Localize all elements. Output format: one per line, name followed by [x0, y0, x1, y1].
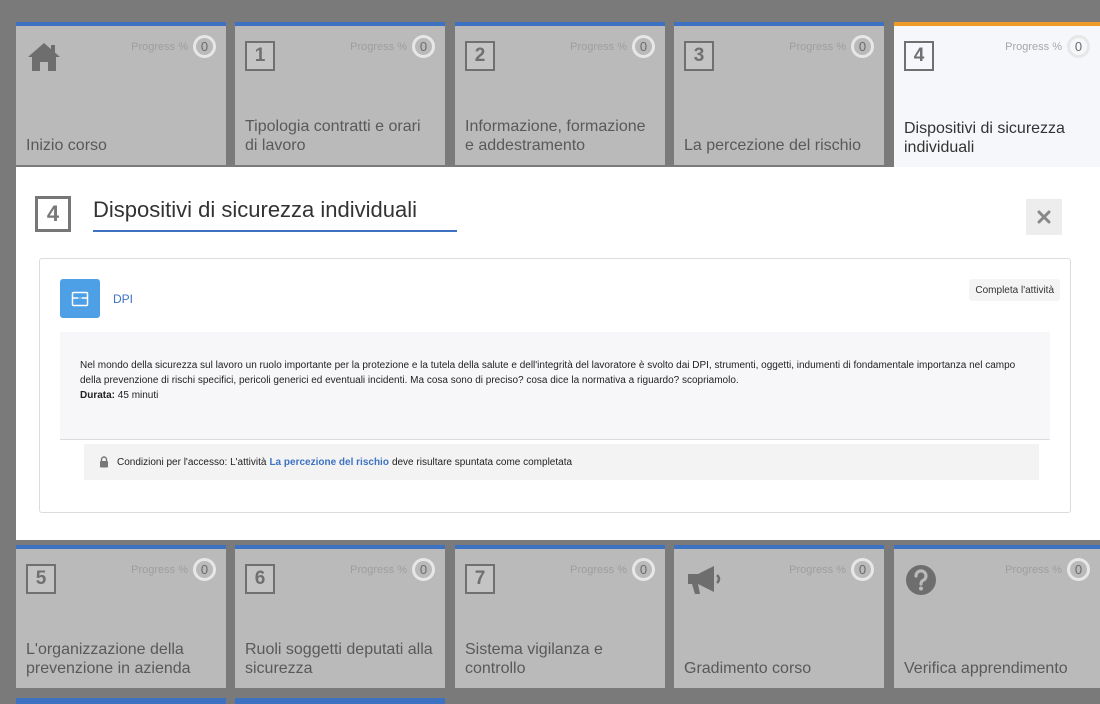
- tile-title: Ruoli soggetti deputati alla sicurezza: [245, 641, 433, 677]
- access-prerequisite-link[interactable]: La percezione del rischio: [269, 457, 388, 468]
- tile-verifica-apprendimento[interactable]: Progress % 0 Verifica apprendimento: [894, 545, 1100, 688]
- progress-label: Progress %: [350, 563, 407, 576]
- tile-title: Tipologia contratti e orari di lavoro: [245, 118, 421, 154]
- progress-value: 0: [412, 558, 435, 581]
- progress-indicator: Progress % 0: [131, 558, 216, 581]
- tile-module-1[interactable]: 1 Progress % 0 Tipologia contratti e ora…: [235, 22, 445, 165]
- tile-module-4[interactable]: 4 Progress % 0 Dispositivi di sicurezza …: [894, 22, 1100, 167]
- progress-label: Progress %: [570, 563, 627, 576]
- progress-label: Progress %: [1005, 563, 1062, 576]
- progress-indicator: Progress % 0: [131, 35, 216, 58]
- activity-icon-button[interactable]: [60, 279, 100, 318]
- module-number: 7: [465, 564, 495, 594]
- tile-title: Dispositivi di sicurezza individuali: [904, 120, 1065, 156]
- progress-value: 0: [1067, 35, 1090, 58]
- progress-indicator: Progress % 0: [350, 35, 435, 58]
- tile-title: Gradimento corso: [684, 660, 812, 677]
- module-number: 2: [465, 41, 495, 71]
- progress-indicator: Progress % 0: [570, 35, 655, 58]
- progress-label: Progress %: [131, 563, 188, 576]
- progress-label: Progress %: [1005, 40, 1062, 53]
- progress-indicator: Progress % 0: [570, 558, 655, 581]
- tile-module-2[interactable]: 2 Progress % 0 Informazione, formazione …: [455, 22, 665, 165]
- progress-label: Progress %: [350, 40, 407, 53]
- module-number: 5: [26, 564, 56, 594]
- tile-next-row-partial: [235, 698, 445, 704]
- lock-icon: [100, 456, 108, 468]
- access-suffix: deve risultare spuntata come completata: [391, 456, 573, 468]
- divider: [60, 439, 1050, 440]
- tile-module-5[interactable]: 5 Progress % 0 L'organizzazione della pr…: [16, 545, 226, 688]
- progress-label: Progress %: [131, 40, 188, 53]
- tile-gradimento-corso[interactable]: Progress % 0 Gradimento corso: [674, 545, 884, 688]
- activity-description: Nel mondo della sicurezza sul lavoro un …: [60, 332, 1050, 440]
- tile-module-3[interactable]: 3 Progress % 0 La percezione del rischio: [674, 22, 884, 165]
- activity-link[interactable]: DPI: [113, 292, 133, 306]
- progress-label: Progress %: [789, 40, 846, 53]
- progress-value: 0: [412, 35, 435, 58]
- module-number: 6: [245, 564, 275, 594]
- progress-label: Progress %: [570, 40, 627, 53]
- panel-module-number: 4: [35, 196, 71, 232]
- box-icon: [71, 291, 89, 306]
- progress-indicator: Progress % 0: [350, 558, 435, 581]
- progress-value: 0: [193, 558, 216, 581]
- module-number: 3: [684, 41, 714, 71]
- progress-indicator: Progress % 0: [789, 35, 874, 58]
- module-number: 1: [245, 41, 275, 71]
- tile-title: La percezione del rischio: [684, 137, 861, 154]
- duration: Durata: 45 minuti: [80, 388, 1030, 403]
- tile-module-6[interactable]: 6 Progress % 0 Ruoli soggetti deputati a…: [235, 545, 445, 688]
- complete-activity-button[interactable]: Completa l'attività: [969, 279, 1060, 301]
- access-prefix: Condizioni per l'accesso: L'attività: [117, 456, 267, 468]
- home-icon: [26, 40, 62, 74]
- progress-value: 0: [1067, 558, 1090, 581]
- module-detail-panel: 4 Dispositivi di sicurezza individuali D…: [16, 167, 1100, 540]
- duration-value: 45 minuti: [117, 390, 159, 401]
- close-button[interactable]: [1026, 199, 1062, 235]
- progress-indicator: Progress % 0: [789, 558, 874, 581]
- progress-value: 0: [193, 35, 216, 58]
- module-number: 4: [904, 41, 934, 71]
- tile-title: Informazione, formazione e addestramento: [465, 118, 646, 154]
- progress-indicator: Progress % 0: [1005, 35, 1090, 58]
- progress-value: 0: [851, 35, 874, 58]
- description-text: Nel mondo della sicurezza sul lavoro un …: [80, 360, 1016, 386]
- tile-title: Verifica apprendimento: [904, 660, 1068, 677]
- close-icon: [1037, 210, 1051, 224]
- question-circle-icon: [904, 563, 940, 597]
- title-underline: [93, 230, 457, 232]
- megaphone-icon: [684, 563, 721, 597]
- tile-title: L'organizzazione della prevenzione in az…: [26, 641, 191, 677]
- duration-label: Durata:: [80, 390, 116, 401]
- tile-title: Sistema vigilanza e controllo: [465, 641, 603, 677]
- tile-module-7[interactable]: 7 Progress % 0 Sistema vigilanza e contr…: [455, 545, 665, 688]
- panel-title: Dispositivi di sicurezza individuali: [93, 197, 418, 222]
- access-conditions: Condizioni per l'accesso: L'attività La …: [84, 444, 1039, 480]
- activity-card: DPI Completa l'attività Nel mondo della …: [39, 258, 1071, 513]
- tile-inizio-corso[interactable]: Progress % 0 Inizio corso: [16, 22, 226, 165]
- progress-indicator: Progress % 0: [1005, 558, 1090, 581]
- tile-title: Inizio corso: [26, 137, 107, 154]
- progress-label: Progress %: [789, 563, 846, 576]
- progress-value: 0: [632, 35, 655, 58]
- progress-value: 0: [851, 558, 874, 581]
- tile-next-row-partial: [16, 698, 226, 704]
- progress-value: 0: [632, 558, 655, 581]
